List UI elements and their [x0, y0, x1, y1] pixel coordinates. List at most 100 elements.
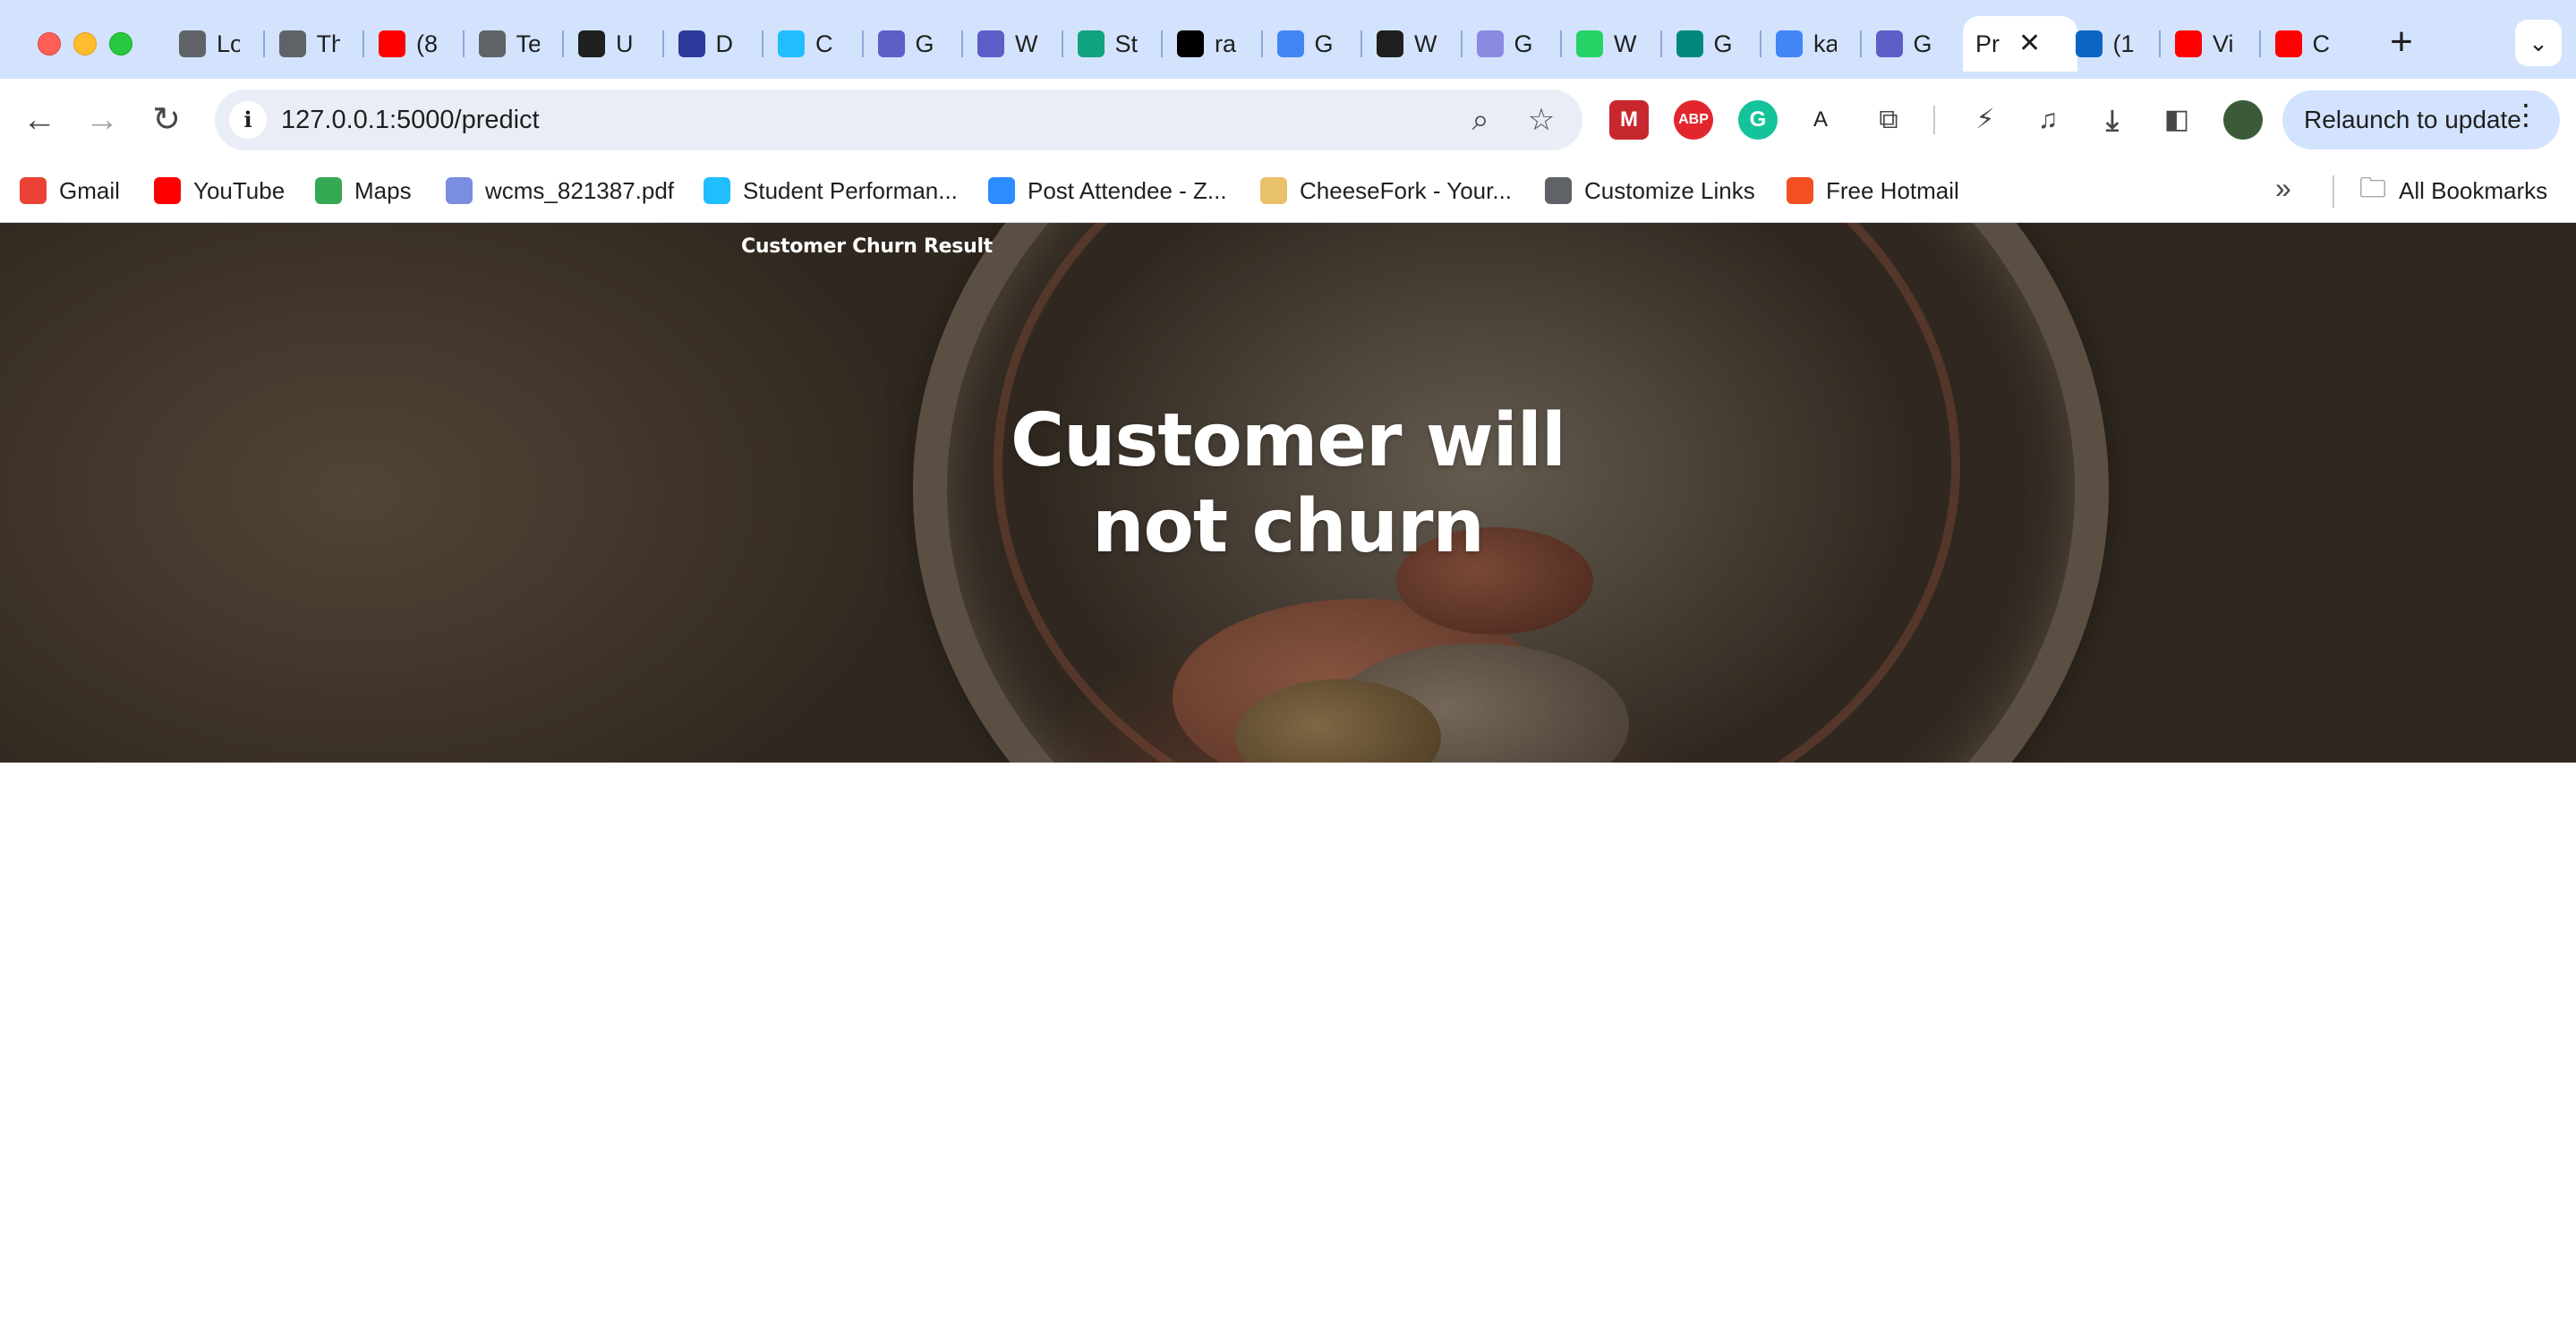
- tab[interactable]: (8: [366, 16, 463, 72]
- tab-separator: [1859, 30, 1862, 57]
- tab[interactable]: Vi: [2162, 16, 2259, 72]
- site-info-icon[interactable]: i: [229, 101, 267, 139]
- tab-title: G: [915, 30, 934, 57]
- tab[interactable]: G: [866, 16, 962, 72]
- new-tab-button[interactable]: +: [2379, 21, 2424, 66]
- more-bookmarks-icon[interactable]: »: [2275, 172, 2291, 205]
- tab[interactable]: ka: [1763, 16, 1860, 72]
- tab[interactable]: (1: [2063, 16, 2160, 72]
- linkedin-icon: [2075, 30, 2103, 57]
- close-tab-icon[interactable]: ✕: [2018, 30, 2041, 57]
- tab-separator: [1361, 30, 1362, 57]
- globe-icon: [446, 177, 473, 204]
- mendeley-extension-icon[interactable]: M: [1609, 100, 1649, 140]
- tab-separator: [1760, 30, 1761, 57]
- address-bar[interactable]: i 127.0.0.1:5000/predict ⌕ ☆: [215, 90, 1582, 150]
- tab[interactable]: C: [2263, 16, 2359, 72]
- extensions-puzzle-icon[interactable]: ⧉: [1869, 100, 1908, 140]
- kaggle-icon: [704, 177, 730, 204]
- tab-search-button[interactable]: ⌄: [2515, 20, 2562, 66]
- minimize-window-button[interactable]: [73, 32, 97, 55]
- result-line-2: not churn: [1092, 484, 1485, 569]
- tab-title: D: [715, 30, 734, 57]
- bookmark-item[interactable]: Student Performan...: [704, 170, 958, 211]
- tab-strip: Lo Th (8 Te U D C G W St ra G W G W Gka G Pr ✕ (1 Vi C + ⌄: [0, 0, 2576, 79]
- tab[interactable]: W: [1364, 16, 1461, 72]
- tab-title: ra: [1215, 30, 1237, 57]
- tab-title: C: [2312, 30, 2331, 57]
- bookmark-item[interactable]: YouTube: [154, 170, 285, 211]
- tab-title: G: [1514, 30, 1533, 57]
- tab[interactable]: G: [1265, 16, 1361, 72]
- bookmark-item[interactable]: Post Attendee - Z...: [988, 170, 1227, 211]
- tab-title: C: [815, 30, 833, 57]
- tab-title: (8: [416, 30, 439, 57]
- tab[interactable]: ra: [1164, 16, 1261, 72]
- relaunch-to-update-button[interactable]: Relaunch to update ⋮: [2282, 90, 2560, 149]
- tab-title: G: [1913, 30, 1932, 57]
- folder-icon: 🗀: [2359, 173, 2386, 203]
- bookmark-item[interactable]: CheeseFork - Your...: [1260, 170, 1512, 211]
- tab[interactable]: W: [1564, 16, 1660, 72]
- bookmark-label: Free Hotmail: [1826, 176, 1959, 204]
- bookmark-item[interactable]: Maps: [315, 170, 412, 211]
- gemini-round-icon: [1476, 30, 1504, 57]
- grammarly-extension-icon[interactable]: G: [1738, 100, 1778, 140]
- url-text[interactable]: 127.0.0.1:5000/predict: [281, 90, 540, 150]
- spellcheck-extension-icon[interactable]: A: [1801, 100, 1840, 140]
- tab[interactable]: St: [1065, 16, 1162, 72]
- zoom-icon[interactable]: ⌕: [1461, 100, 1500, 140]
- tab[interactable]: Lo: [166, 16, 263, 72]
- fullscreen-window-button[interactable]: [109, 32, 132, 55]
- bookmark-label: Gmail: [59, 176, 120, 204]
- youtube-icon: [2175, 30, 2202, 57]
- media-controls-icon[interactable]: ♫: [2028, 100, 2068, 140]
- bookmark-label: wcms_821387.pdf: [485, 176, 675, 204]
- tab[interactable]: W: [965, 16, 1062, 72]
- tab-active[interactable]: Pr ✕: [1963, 16, 2077, 72]
- performance-icon[interactable]: ⚡: [1966, 100, 2005, 140]
- all-bookmarks-label: All Bookmarks: [2399, 176, 2548, 204]
- github-icon: [478, 30, 506, 57]
- tab[interactable]: G: [1464, 16, 1561, 72]
- tab-separator: [1560, 30, 1562, 57]
- tab[interactable]: C: [765, 16, 862, 72]
- doc-icon: [678, 30, 705, 57]
- tab-title: W: [1414, 30, 1437, 57]
- tab-separator: [661, 30, 664, 57]
- side-panel-icon[interactable]: ◧: [2157, 100, 2196, 140]
- tab[interactable]: D: [666, 16, 763, 72]
- meet-icon: [1676, 30, 1703, 57]
- back-button[interactable]: ←: [14, 95, 64, 145]
- bookmark-item[interactable]: Free Hotmail: [1787, 170, 1959, 211]
- bookmark-item[interactable]: Customize Links: [1545, 170, 1755, 211]
- tab-title: W: [1614, 30, 1637, 57]
- close-window-button[interactable]: [38, 32, 61, 55]
- tab[interactable]: G: [1864, 16, 1960, 72]
- cheese-icon: [1260, 177, 1287, 204]
- adblock-extension-icon[interactable]: ABP: [1674, 100, 1713, 140]
- gemini-icon: [1276, 30, 1304, 57]
- chatgpt-icon: [1077, 30, 1105, 57]
- tab[interactable]: Th: [267, 16, 363, 72]
- all-bookmarks-button[interactable]: 🗀 All Bookmarks: [2359, 170, 2547, 211]
- bookmark-star-icon[interactable]: ☆: [1522, 100, 1561, 140]
- tab[interactable]: U: [566, 16, 662, 72]
- tab[interactable]: G: [1664, 16, 1761, 72]
- maps-icon: [315, 177, 342, 204]
- more-menu-icon[interactable]: ⋮: [2512, 98, 2540, 132]
- tab-separator: [1061, 30, 1063, 57]
- tab[interactable]: Te: [466, 16, 563, 72]
- download-icon[interactable]: ⤓: [2093, 100, 2132, 140]
- tab-separator: [462, 30, 465, 57]
- forward-button[interactable]: →: [77, 95, 127, 145]
- bookmark-item[interactable]: wcms_821387.pdf: [446, 170, 674, 211]
- profile-avatar[interactable]: [2223, 100, 2263, 140]
- tab-title: Th: [316, 30, 340, 57]
- page-brand-title[interactable]: Customer Churn Result: [741, 235, 993, 258]
- reload-button[interactable]: ↻: [141, 95, 192, 145]
- printer-icon: [977, 30, 1004, 57]
- google-icon: [1776, 30, 1803, 57]
- tab-separator: [1659, 30, 1662, 57]
- bookmark-item[interactable]: Gmail: [20, 170, 120, 211]
